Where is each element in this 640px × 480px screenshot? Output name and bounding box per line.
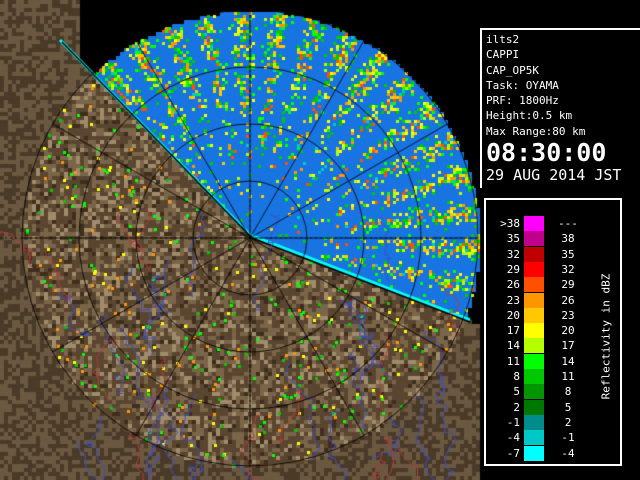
- legend-title: Reflectivity in dBZ: [599, 273, 613, 400]
- legend-row: 23 26: [492, 292, 598, 308]
- legend-color-swatch: [524, 399, 544, 415]
- legend-upper-bound: 11: [561, 370, 575, 383]
- legend-color-swatch: [524, 414, 544, 430]
- legend-row: 35 38: [492, 231, 598, 247]
- legend-lower-bound: >38: [500, 217, 520, 230]
- legend-row: 32 35: [492, 246, 598, 262]
- legend-lower-bound: 5: [513, 385, 520, 399]
- legend-lower-bound: 14: [506, 339, 520, 353]
- legend-lower-bound: 29: [506, 262, 520, 276]
- legend-color-swatch: [524, 323, 544, 339]
- info-date: 29 AUG 2014 JST: [486, 166, 622, 185]
- info-panel: ilts2 CAPPI CAP_OP5K Task: OYAMA PRF: 18…: [480, 28, 640, 188]
- legend-row: 25: [492, 399, 598, 415]
- legend-row: 14 17: [492, 338, 598, 354]
- legend-lower-bound: -7: [506, 446, 520, 460]
- legend-lower-bound: 17: [506, 324, 520, 338]
- legend-color-swatch: [524, 292, 544, 308]
- legend-lower-bound: 32: [506, 247, 520, 261]
- legend-upper-bound: 8: [564, 385, 572, 399]
- legend-color-swatch: [524, 430, 544, 446]
- legend-color-swatch: [524, 369, 544, 384]
- legend-row: 8 11: [492, 369, 598, 384]
- legend-row: -4 -1: [492, 430, 598, 446]
- legend-row: 20 23: [492, 307, 598, 323]
- reflectivity-legend: >38 --- 35 38 32 35 29 32 26 29 23 26 20 23 17 20 14 17 11…: [484, 198, 622, 466]
- legend-color-swatch: [524, 216, 544, 231]
- legend-upper-bound: 2: [564, 415, 572, 429]
- legend-upper-bound: -1: [561, 431, 575, 445]
- legend-lower-bound: 11: [506, 354, 520, 368]
- info-time: 08:30:00: [486, 138, 607, 168]
- info-product-code: CAP_OP5K: [486, 63, 539, 77]
- legend-upper-bound: ---: [558, 217, 578, 230]
- legend-color-swatch: [524, 246, 544, 262]
- legend-upper-bound: 23: [561, 308, 575, 322]
- legend-row: 26 29: [492, 277, 598, 293]
- legend-upper-bound: 14: [561, 354, 575, 368]
- legend-lower-bound: 35: [506, 232, 520, 246]
- info-task: Task: OYAMA: [486, 78, 559, 92]
- info-prf: PRF: 1800Hz: [486, 94, 559, 108]
- legend-upper-bound: 26: [561, 293, 575, 307]
- legend-color-swatch: [524, 353, 544, 369]
- legend-color-swatch: [524, 338, 544, 354]
- legend-title-wrap: Reflectivity in dBZ: [596, 260, 616, 420]
- legend-color-swatch: [524, 384, 544, 400]
- legend-upper-bound: -4: [561, 446, 575, 460]
- info-station: ilts2: [486, 33, 520, 46]
- legend-color-swatch: [524, 277, 544, 293]
- legend-row: 17 20: [492, 323, 598, 339]
- legend-upper-bound: 20: [561, 324, 575, 338]
- legend-upper-bound: 5: [564, 400, 572, 414]
- legend-row: 29 32: [492, 261, 598, 277]
- legend-row: 58: [492, 384, 598, 400]
- legend-lower-bound: 20: [506, 308, 520, 322]
- legend-lower-bound: 8: [513, 370, 520, 383]
- legend-color-swatch: [524, 307, 544, 323]
- legend-upper-bound: 29: [561, 278, 575, 292]
- legend-lower-bound: -4: [506, 431, 520, 445]
- legend-lower-bound: 26: [506, 278, 520, 292]
- radar-display: ilts2 CAPPI CAP_OP5K Task: OYAMA PRF: 18…: [0, 0, 640, 480]
- legend-row: -7 -4: [492, 445, 598, 461]
- legend-upper-bound: 35: [561, 247, 575, 261]
- legend-color-swatch: [524, 261, 544, 277]
- legend-color-swatch: [524, 231, 544, 247]
- legend-lower-bound: 2: [513, 400, 520, 414]
- legend-color-swatch: [524, 445, 544, 461]
- legend-upper-bound: 38: [561, 232, 575, 246]
- legend-row: -1 2: [492, 414, 598, 430]
- legend-upper-bound: 17: [561, 339, 575, 353]
- legend-row: >38 ---: [492, 216, 598, 231]
- legend-upper-bound: 32: [561, 262, 575, 276]
- legend-lower-bound: 23: [506, 293, 520, 307]
- info-product: CAPPI: [486, 48, 520, 62]
- legend-row: 11 14: [492, 353, 598, 369]
- info-max-range: Max Range:80 km: [486, 124, 586, 138]
- legend-lower-bound: -1: [506, 415, 520, 429]
- info-height: Height:0.5 km: [486, 109, 573, 123]
